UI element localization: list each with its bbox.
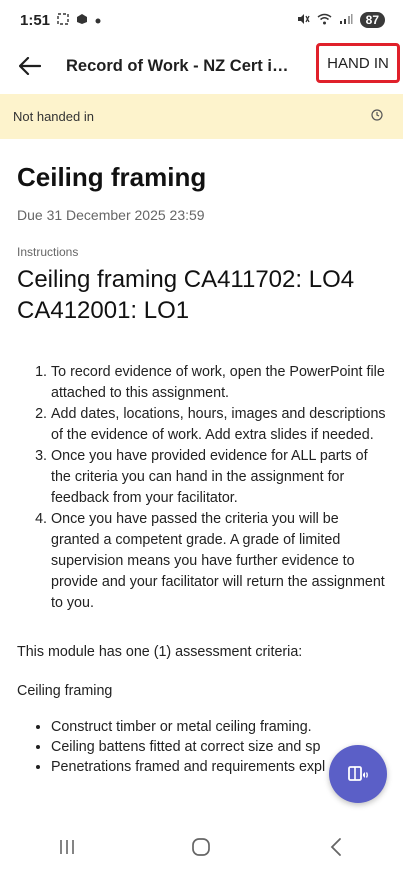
signal-icon: [339, 13, 353, 28]
cloud-icon: [76, 13, 88, 28]
status-left: 1:51: [20, 12, 101, 29]
recents-icon: [60, 840, 74, 854]
app-title: Record of Work - NZ Cert in Ca...: [66, 56, 296, 75]
due-date: Due 31 December 2025 23:59: [17, 207, 205, 223]
criteria-title: Ceiling framing: [17, 683, 113, 699]
home-button[interactable]: [176, 827, 226, 867]
submission-status: Not handed in: [13, 109, 94, 124]
status-time: 1:51: [20, 11, 51, 29]
status-right: 87: [296, 12, 385, 28]
assignment-content: Ceiling framing Due 31 December 2025 23:…: [0, 140, 403, 777]
assignment-title: Ceiling framing: [17, 162, 207, 192]
dot-icon: [95, 13, 101, 27]
status-bar: 1:51 87: [0, 0, 403, 40]
list-item: Add dates, locations, hours, images and …: [51, 404, 386, 446]
system-nav-bar: [0, 820, 403, 874]
list-item: Once you have passed the criteria you wi…: [51, 509, 386, 614]
list-item: To record evidence of work, open the Pow…: [51, 362, 386, 404]
clock-icon: [371, 109, 383, 124]
module-description: This module has one (1) assessment crite…: [17, 644, 303, 660]
app-bar: Record of Work - NZ Cert in Ca... HAND I…: [0, 40, 403, 92]
screenshot-icon: [57, 12, 69, 28]
list-item: Construct timber or metal ceiling framin…: [51, 717, 386, 737]
battery-indicator: 87: [359, 12, 385, 28]
back-arrow-icon: [19, 57, 41, 75]
home-icon: [192, 838, 211, 856]
wifi-icon: [317, 13, 332, 28]
back-nav-button[interactable]: [311, 827, 361, 867]
recents-button[interactable]: [42, 827, 92, 867]
instructions-label: Instructions: [17, 245, 79, 259]
instruction-steps: To record evidence of work, open the Pow…: [17, 362, 386, 614]
list-item: Once you have provided evidence for ALL …: [51, 446, 386, 509]
immersive-reader-button[interactable]: [329, 745, 387, 803]
back-button[interactable]: [10, 46, 50, 86]
instructions-heading: Ceiling framing CA411702: LO4 CA412001: …: [17, 266, 355, 324]
back-nav-icon: [330, 838, 341, 856]
mute-icon: [296, 13, 310, 28]
status-banner: Not handed in: [0, 94, 403, 139]
hand-in-button[interactable]: HAND IN: [316, 43, 400, 83]
immersive-reader-icon: [348, 766, 368, 781]
